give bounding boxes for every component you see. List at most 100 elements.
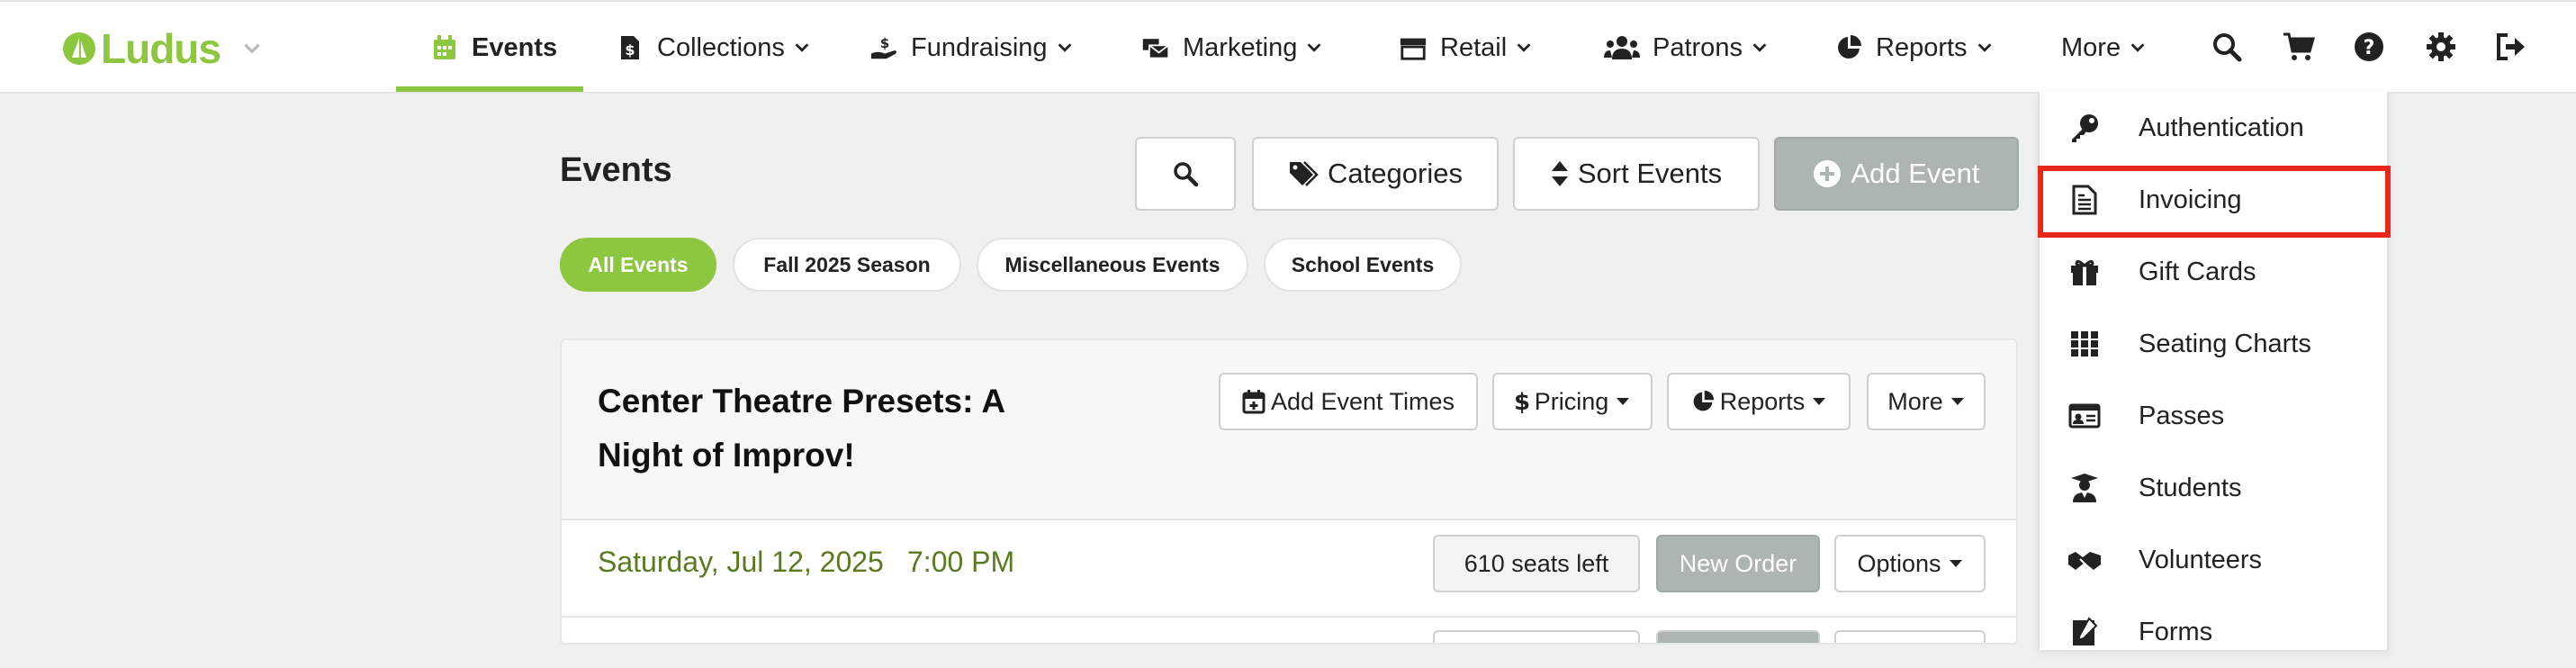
- add-event-button[interactable]: Add Event: [1774, 137, 2019, 211]
- grid-icon: [2067, 326, 2103, 362]
- add-event-times-label: Add Event Times: [1270, 387, 1455, 415]
- event-card-header: Center Theatre Presets: A Night of Impro…: [562, 340, 2016, 520]
- nav-more-label: More: [2061, 32, 2121, 62]
- seats-left-badge[interactable]: [1433, 630, 1640, 643]
- chevron-down-icon[interactable]: [240, 37, 264, 60]
- filter-all-events[interactable]: All Events: [560, 238, 716, 292]
- nav-fundraising[interactable]: $ Fundraising: [869, 4, 1075, 92]
- seats-left-badge[interactable]: 610 seats left: [1433, 535, 1640, 592]
- pricing-dropdown[interactable]: $ Pricing: [1492, 373, 1653, 430]
- categories-label: Categories: [1328, 158, 1463, 189]
- users-icon: [1604, 33, 1640, 62]
- event-title[interactable]: Center Theatre Presets: A Night of Impro…: [598, 375, 1066, 483]
- menu-item-label: Students: [2139, 473, 2242, 502]
- page-title: Events: [560, 151, 672, 189]
- key-icon: [2067, 110, 2103, 146]
- menu-item-volunteers[interactable]: Volunteers: [2040, 524, 2387, 596]
- categories-button[interactable]: Categories: [1252, 137, 1499, 211]
- id-card-icon: [2067, 398, 2103, 434]
- gear-icon[interactable]: [2418, 23, 2464, 70]
- filter-school-events[interactable]: School Events: [1264, 238, 1462, 292]
- event-more-dropdown[interactable]: More: [1867, 373, 1986, 430]
- more-dropdown-menu: Authentication Invoicing Gift Cards Seat…: [2038, 92, 2389, 650]
- add-event-times-button[interactable]: Add Event Times: [1219, 373, 1478, 430]
- caret-down-icon: [1950, 398, 1964, 405]
- svg-text:$: $: [1515, 389, 1529, 414]
- logo-text: Ludus: [101, 25, 221, 72]
- nav-retail[interactable]: Retail: [1399, 4, 1534, 92]
- nav-reports-label: Reports: [1876, 32, 1968, 62]
- sort-events-button[interactable]: Sort Events: [1513, 137, 1760, 211]
- calendar-plus-icon: [1242, 390, 1265, 414]
- nav-patrons[interactable]: Patrons: [1604, 4, 1770, 92]
- dollar-icon: $: [1515, 389, 1529, 414]
- menu-item-passes[interactable]: Passes: [2040, 380, 2387, 452]
- menu-item-label: Gift Cards: [2139, 257, 2256, 286]
- filter-miscellaneous-events[interactable]: Miscellaneous Events: [977, 238, 1248, 292]
- menu-item-label: Authentication: [2139, 113, 2304, 142]
- nav-marketing-label: Marketing: [1183, 32, 1298, 62]
- hand-dollar-icon: $: [869, 33, 898, 62]
- nav-events[interactable]: Events: [430, 4, 557, 92]
- nav-events-label: Events: [472, 32, 558, 62]
- dollar-file-icon: $: [616, 33, 644, 62]
- nav-patrons-label: Patrons: [1653, 32, 1743, 62]
- chevron-down-icon: [1307, 43, 1321, 52]
- menu-item-forms[interactable]: Forms: [2040, 596, 2387, 668]
- menu-item-label: Invoicing: [2139, 185, 2242, 214]
- menu-item-label: Passes: [2139, 401, 2225, 430]
- menu-item-students[interactable]: Students: [2040, 452, 2387, 524]
- filter-fall-2025-season[interactable]: Fall 2025 Season: [733, 238, 961, 292]
- caret-down-icon: [1813, 398, 1826, 405]
- gift-icon: [2067, 254, 2103, 290]
- nav-more[interactable]: More: [2061, 4, 2148, 92]
- plus-circle-icon: [1814, 160, 1842, 187]
- event-more-label: More: [1887, 387, 1943, 415]
- chevron-down-icon: [1517, 43, 1531, 52]
- caret-down-icon: [1949, 560, 1962, 567]
- event-card: Center Theatre Presets: A Night of Impro…: [560, 339, 2018, 645]
- sign-out-icon[interactable]: [2488, 23, 2535, 70]
- nav-collections[interactable]: $ Collections: [616, 4, 812, 92]
- new-order-button[interactable]: New Order: [1656, 535, 1820, 592]
- nav-collections-label: Collections: [657, 32, 785, 62]
- chevron-down-icon: [1058, 43, 1071, 52]
- graduate-icon: [2067, 470, 2103, 506]
- nav-fundraising-label: Fundraising: [911, 32, 1048, 62]
- pie-chart-icon: [1693, 390, 1714, 411]
- reports-label: Reports: [1719, 387, 1806, 415]
- sort-icon: [1551, 161, 1568, 186]
- menu-item-seating-charts[interactable]: Seating Charts: [2040, 308, 2387, 380]
- store-icon: [1399, 33, 1428, 62]
- menu-item-invoicing[interactable]: Invoicing: [2040, 164, 2387, 236]
- menu-item-authentication[interactable]: Authentication: [2040, 92, 2387, 164]
- chevron-down-icon: [2130, 43, 2145, 52]
- caret-down-icon: [1617, 398, 1630, 405]
- ludus-logo-icon: [63, 32, 95, 65]
- menu-item-label: Volunteers: [2139, 545, 2263, 574]
- search-events-button[interactable]: [1135, 137, 1236, 211]
- menu-item-gift-cards[interactable]: Gift Cards: [2040, 236, 2387, 308]
- nav-retail-label: Retail: [1440, 32, 1508, 62]
- row-divider: [562, 616, 2016, 618]
- search-icon[interactable]: [2203, 23, 2250, 70]
- nav-active-underline: [396, 86, 583, 92]
- pie-chart-icon: [1834, 33, 1863, 62]
- menu-item-label: Forms: [2139, 617, 2213, 646]
- options-dropdown[interactable]: [1834, 630, 1986, 643]
- mail-bulk-icon: [1141, 33, 1170, 62]
- reports-dropdown[interactable]: Reports: [1667, 373, 1851, 430]
- svg-text:$: $: [625, 41, 635, 59]
- performance-date[interactable]: Saturday, Jul 12, 2025: [598, 546, 884, 579]
- new-order-button[interactable]: [1656, 630, 1820, 643]
- help-icon[interactable]: ?: [2346, 23, 2392, 70]
- handshake-icon: [2067, 542, 2103, 578]
- form-icon: [2067, 614, 2103, 650]
- top-nav: Ludus Events $ Collections $ Fundraising…: [0, 0, 2576, 94]
- options-dropdown[interactable]: Options: [1834, 535, 1986, 592]
- nav-marketing[interactable]: Marketing: [1141, 4, 1324, 92]
- ludus-logo[interactable]: Ludus: [61, 23, 264, 74]
- cart-icon[interactable]: [2275, 23, 2322, 70]
- nav-reports[interactable]: Reports: [1834, 4, 1995, 92]
- chevron-down-icon: [1752, 43, 1767, 52]
